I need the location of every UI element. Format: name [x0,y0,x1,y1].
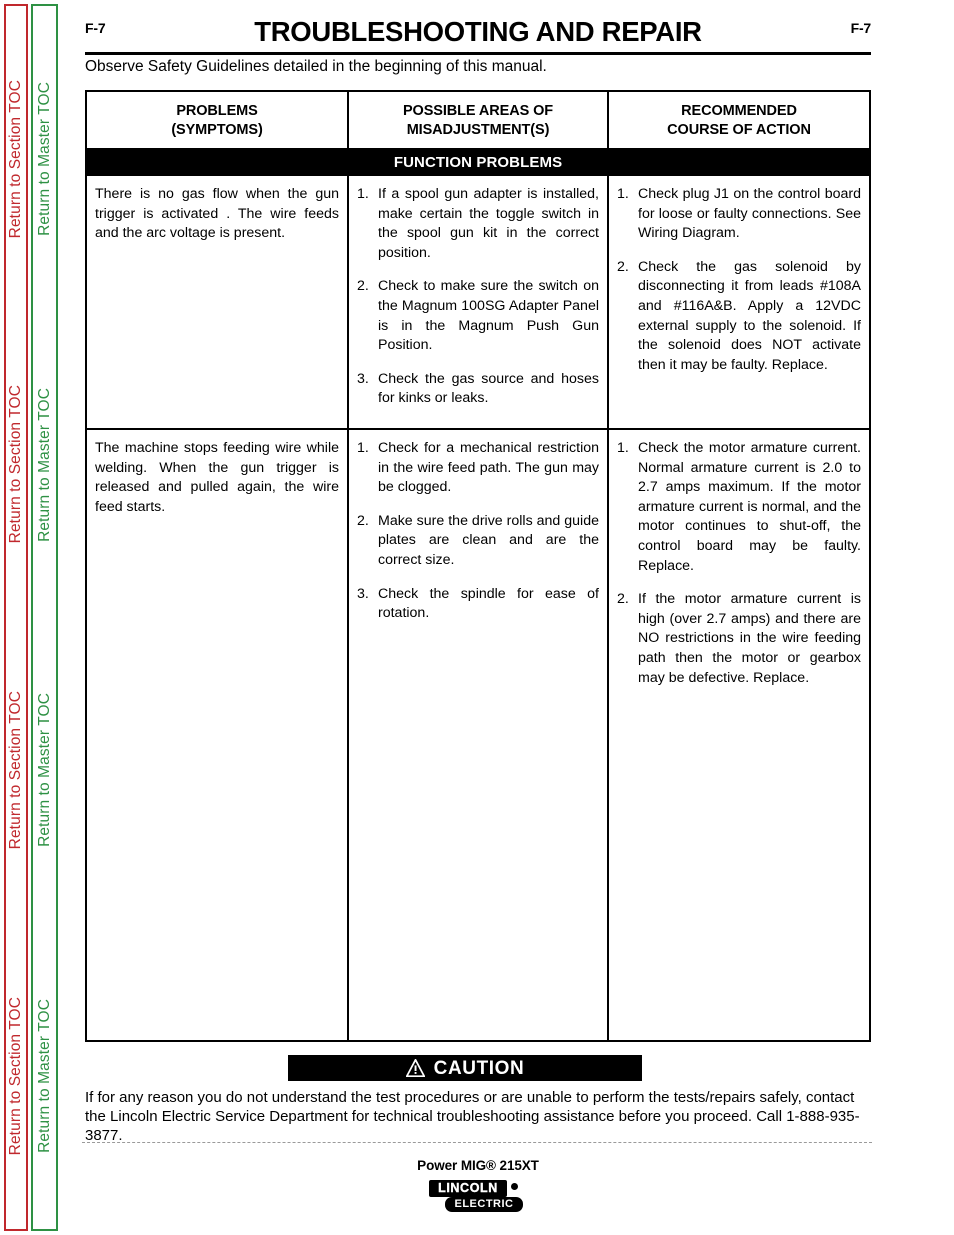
caution-banner: CAUTION [288,1055,642,1081]
logo-electric-text: ELECTRIC [454,1198,514,1210]
column-header-line1: POSSIBLE AREAS OF [402,103,554,119]
registered-mark-icon [511,1183,518,1190]
footer-divider [82,1142,872,1143]
page-content: F-7 TROUBLESHOOTING AND REPAIR F-7 Obser… [82,0,872,1235]
section-toc-label[interactable]: Return to Section TOC [7,997,24,1155]
list-item: Check the gas solenoid by disconnecting … [617,258,861,373]
list-item: Check plug J1 on the control board for l… [617,185,861,242]
master-toc-label-stack: Return to Master TOC Return to Master TO… [33,6,56,1229]
list-item: Check to make sure the switch on the Mag… [357,277,599,354]
cell-misadjustments: If a spool gun adapter is installed, mak… [347,176,607,429]
return-to-section-toc-bar[interactable]: Return to Section TOC Return to Section … [4,4,28,1231]
title-divider [85,52,871,55]
master-toc-label[interactable]: Return to Master TOC [36,999,53,1153]
column-header-line1: RECOMMENDED [681,103,797,119]
list-item: Check for a mechanical restriction in th… [357,439,599,496]
master-toc-label[interactable]: Return to Master TOC [36,693,53,847]
cell-symptom: The machine stops feeding wire while wel… [95,440,339,515]
section-band-function-problems: FUNCTION PROBLEMS [87,150,869,177]
section-toc-label[interactable]: Return to Section TOC [7,385,24,543]
cell-actions: Check plug J1 on the control board for l… [607,176,869,429]
logo-lincoln-box: LINCOLN [429,1180,507,1197]
table-column-header-problems: PROBLEMS (SYMPTOMS) [87,92,347,148]
footer-model-name: Power MIG® 215XT [417,1158,539,1173]
cell-symptom: There is no gas flow when the gun trigge… [95,186,339,242]
table-column-header-action: RECOMMENDED COURSE OF ACTION [607,92,869,149]
list-item: Check the motor armature current. Normal… [617,439,861,574]
action-list: Check the motor armature current. Normal… [617,439,861,688]
return-to-master-toc-bar[interactable]: Return to Master TOC Return to Master TO… [31,4,58,1231]
troubleshooting-table: PROBLEMS (SYMPTOMS) POSSIBLE AREAS OF MI… [85,90,871,1042]
lincoln-electric-logo: LINCOLN ELECTRIC [429,1180,527,1214]
column-header-line2: COURSE OF ACTION [667,121,811,138]
misadjustment-list: Check for a mechanical restriction in th… [357,439,599,624]
action-list: Check plug J1 on the control board for l… [617,185,861,375]
table-column-header-misadjustments: POSSIBLE AREAS OF MISADJUSTMENT(S) [347,92,607,149]
page-title: TROUBLESHOOTING AND REPAIR [254,16,702,47]
cell-misadjustments: Check for a mechanical restriction in th… [347,430,607,1041]
list-item: If the motor armature current is high (o… [617,590,861,686]
misadjustment-list: If a spool gun adapter is installed, mak… [357,185,599,409]
caution-label: CAUTION [433,1057,525,1079]
table-header-row: PROBLEMS (SYMPTOMS) POSSIBLE AREAS OF MI… [87,92,869,151]
master-toc-label[interactable]: Return to Master TOC [36,82,53,236]
column-header-line1: PROBLEMS [176,103,258,119]
folio-right: F-7 [850,20,872,36]
list-item: Check the spindle for ease of rotation. [357,585,599,622]
footer-logo-wrap: LINCOLN ELECTRIC [85,1180,871,1214]
list-item: Make sure the drive rolls and guide plat… [357,512,599,569]
master-toc-label[interactable]: Return to Master TOC [36,388,53,542]
warning-triangle-icon [405,1059,425,1077]
page-header: F-7 TROUBLESHOOTING AND REPAIR F-7 [85,0,872,45]
cell-actions: Check the motor armature current. Normal… [607,430,869,1041]
column-header-line2: MISADJUSTMENT(S) [406,121,550,138]
list-item: If a spool gun adapter is installed, mak… [357,185,599,261]
logo-electric-box: ELECTRIC [445,1197,523,1212]
table-row: There is no gas flow when the gun trigge… [87,176,869,431]
section-toc-label-stack: Return to Section TOC Return to Section … [6,6,26,1229]
column-header-line2: (SYMPTOMS) [171,121,263,138]
list-item: Check the gas source and hoses for kinks… [357,370,599,407]
observe-safety-note: Observe Safety Guidelines detailed in th… [85,58,547,75]
caution-body-text: If for any reason you do not understand … [85,1089,860,1145]
section-toc-label[interactable]: Return to Section TOC [7,691,24,849]
logo-lincoln-text: LINCOLN [438,1181,498,1196]
section-toc-label[interactable]: Return to Section TOC [7,80,24,238]
table-row: The machine stops feeding wire while wel… [87,430,869,1041]
